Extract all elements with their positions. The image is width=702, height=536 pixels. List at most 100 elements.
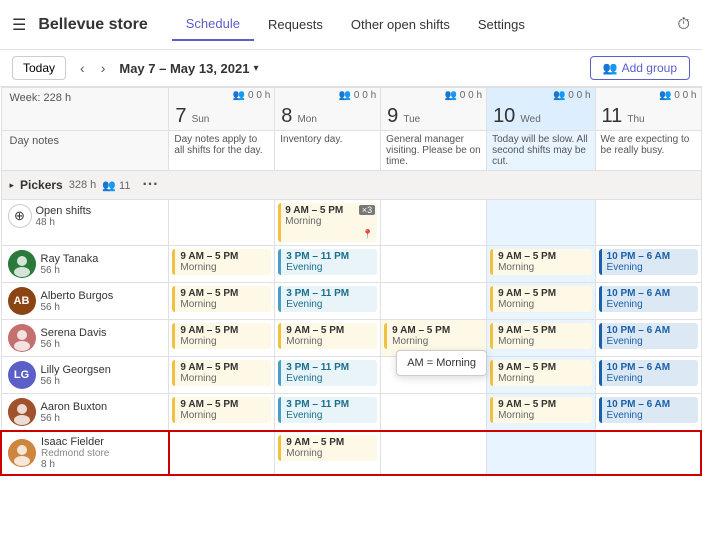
date-range-caret[interactable]: ▾ [253, 63, 258, 74]
schedule-grid: Week: 228 h 👥 0 0 h 7 Sun 👥 [0, 87, 702, 476]
open-shift-block-mon[interactable]: 9 AM – 5 PM Morning ×3 📍 [278, 203, 377, 242]
lilly-shift-mon[interactable]: 3 PM – 11 PM Evening [278, 360, 377, 386]
serena-shift-mon[interactable]: 9 AM – 5 PM Morning [278, 323, 377, 349]
open-shifts-mon[interactable]: 9 AM – 5 PM Morning ×3 📍 [275, 200, 381, 246]
serena-shift-tue[interactable]: 9 AM – 5 PM Morning [384, 323, 483, 349]
isaac-tue[interactable] [381, 431, 487, 475]
lilly-shift-sun[interactable]: 9 AM – 5 PM Morning [172, 360, 271, 386]
lilly-shift-wed[interactable]: 9 AM – 5 PM Morning [490, 360, 591, 386]
aaron-shift-sun[interactable]: 9 AM – 5 PM Morning [172, 397, 271, 423]
ray-tanaka-shift-sun[interactable]: 9 AM – 5 PM Morning [172, 249, 271, 275]
pickers-expand-icon[interactable]: ▸ [10, 180, 15, 191]
open-shifts-thu[interactable] [595, 200, 701, 246]
serena-thu[interactable]: 10 PM – 6 AM Evening [595, 320, 701, 357]
serena-shift-thu[interactable]: 10 PM – 6 AM Evening [599, 323, 698, 349]
lilly-wed[interactable]: 9 AM – 5 PM Morning [487, 357, 595, 394]
aaron-thu[interactable]: 10 PM – 6 AM Evening [595, 394, 701, 432]
next-week-button[interactable]: › [95, 58, 112, 78]
ray-tanaka-tue[interactable] [381, 246, 487, 283]
isaac-fielder-info: Isaac Fielder Redmond store 8 h [1, 431, 169, 475]
lilly-thu[interactable]: 10 PM – 6 AM Evening [595, 357, 701, 394]
hamburger-icon[interactable]: ☰ [12, 15, 26, 35]
lilly-tue[interactable] [381, 357, 487, 394]
serena-tue[interactable]: 9 AM – 5 PM Morning [381, 320, 487, 357]
aaron-shift-wed[interactable]: 9 AM – 5 PM Morning [490, 397, 591, 423]
lilly-mon[interactable]: 3 PM – 11 PM Evening [275, 357, 381, 394]
alberto-shift-mon[interactable]: 3 PM – 11 PM Evening [278, 286, 377, 312]
isaac-mon[interactable]: 9 AM – 5 PM Morning [275, 431, 381, 475]
open-shift-label-mon: Morning [285, 216, 373, 227]
day-header-row: Week: 228 h 👥 0 0 h 7 Sun 👥 [1, 88, 701, 131]
alberto-mon[interactable]: 3 PM – 11 PM Evening [275, 283, 381, 320]
isaac-fielder-avatar [8, 439, 36, 467]
aaron-shift-thu[interactable]: 10 PM – 6 AM Evening [599, 397, 698, 423]
serena-davis-cell: Serena Davis 56 h [8, 324, 163, 352]
serena-wed[interactable]: 9 AM – 5 PM Morning [487, 320, 595, 357]
add-group-icon: 👥 [603, 61, 618, 75]
open-shifts-sun[interactable] [169, 200, 275, 246]
ray-tanaka-shift-thu[interactable]: 10 PM – 6 AM Evening [599, 249, 698, 275]
aaron-buxton-cell: Aaron Buxton 56 h [8, 398, 163, 426]
day-notes-label-cell: Day notes [1, 131, 169, 171]
ray-tanaka-shift-wed[interactable]: 9 AM – 5 PM Morning [490, 249, 591, 275]
alberto-sun[interactable]: 9 AM – 5 PM Morning [169, 283, 275, 320]
serena-shift-wed[interactable]: 9 AM – 5 PM Morning [490, 323, 591, 349]
day-header-10: 👥 0 0 h 10 Wed [487, 88, 595, 131]
isaac-thu[interactable] [595, 431, 701, 475]
open-shift-tooltip-icon: 📍 [285, 229, 373, 240]
alberto-tue[interactable] [381, 283, 487, 320]
isaac-wed[interactable] [487, 431, 595, 475]
alberto-burgos-cell: AB Alberto Burgos 56 h [8, 287, 163, 315]
ray-tanaka-sun[interactable]: 9 AM – 5 PM Morning [169, 246, 275, 283]
serena-shift-sun[interactable]: 9 AM – 5 PM Morning [172, 323, 271, 349]
isaac-fielder-name: Isaac Fielder [41, 436, 109, 448]
open-shifts-wed[interactable] [487, 200, 595, 246]
aaron-buxton-avatar [8, 398, 36, 426]
serena-mon[interactable]: 9 AM – 5 PM Morning [275, 320, 381, 357]
isaac-shift-mon[interactable]: 9 AM – 5 PM Morning [278, 435, 377, 461]
alberto-thu[interactable]: 10 PM – 6 AM Evening [595, 283, 701, 320]
alberto-shift-sun[interactable]: 9 AM – 5 PM Morning [172, 286, 271, 312]
pickers-section-header-row: ▸ Pickers 328 h 👥 11 ··· [1, 171, 701, 200]
ray-tanaka-thu[interactable]: 10 PM – 6 AM Evening [595, 246, 701, 283]
nav-tabs: Schedule Requests Other open shifts Sett… [172, 8, 678, 41]
day-meta-7: 👥 0 0 h [169, 88, 274, 103]
date-range[interactable]: May 7 – May 13, 2021 [119, 61, 249, 76]
alberto-burgos-text: Alberto Burgos 56 h [41, 290, 114, 313]
aaron-mon[interactable]: 3 PM – 11 PM Evening [275, 394, 381, 432]
day-meta-8: 👥 0 0 h [275, 88, 380, 103]
nav-tab-schedule[interactable]: Schedule [172, 8, 254, 41]
nav-tab-settings[interactable]: Settings [464, 9, 539, 40]
people-count-11: 👥 0 [659, 90, 680, 101]
lilly-sun[interactable]: 9 AM – 5 PM Morning [169, 357, 275, 394]
lilly-shift-thu[interactable]: 10 PM – 6 AM Evening [599, 360, 698, 386]
employee-row-isaac-fielder: Isaac Fielder Redmond store 8 h 9 AM – 5… [1, 431, 701, 475]
ray-tanaka-avatar [8, 250, 36, 278]
pickers-menu-icon[interactable]: ··· [142, 176, 158, 194]
ray-tanaka-shift-mon[interactable]: 3 PM – 11 PM Evening [278, 249, 377, 275]
alberto-shift-thu[interactable]: 10 PM – 6 AM Evening [599, 286, 698, 312]
aaron-shift-mon[interactable]: 3 PM – 11 PM Evening [278, 397, 377, 423]
open-shifts-tue[interactable] [381, 200, 487, 246]
ray-tanaka-text: Ray Tanaka 56 h [41, 253, 99, 276]
nav-tab-requests[interactable]: Requests [254, 9, 337, 40]
day-meta-11: 👥 0 0 h [596, 88, 701, 103]
pickers-section-header: ▸ Pickers 328 h 👥 11 ··· [1, 171, 701, 200]
alberto-wed[interactable]: 9 AM – 5 PM Morning [487, 283, 595, 320]
top-bar: ☰ Bellevue store Schedule Requests Other… [0, 0, 702, 50]
history-icon[interactable]: ⏱ [678, 16, 690, 33]
serena-sun[interactable]: 9 AM – 5 PM Morning [169, 320, 275, 357]
alberto-burgos-hours: 56 h [41, 302, 114, 313]
add-group-button[interactable]: 👥 Add group [590, 56, 690, 80]
aaron-sun[interactable]: 9 AM – 5 PM Morning [169, 394, 275, 432]
lilly-georgsen-avatar: LG [8, 361, 36, 389]
prev-week-button[interactable]: ‹ [74, 58, 91, 78]
today-button[interactable]: Today [12, 56, 66, 80]
aaron-tue[interactable] [381, 394, 487, 432]
aaron-wed[interactable]: 9 AM – 5 PM Morning [487, 394, 595, 432]
nav-tab-other-shifts[interactable]: Other open shifts [337, 9, 464, 40]
alberto-shift-wed[interactable]: 9 AM – 5 PM Morning [490, 286, 591, 312]
ray-tanaka-wed[interactable]: 9 AM – 5 PM Morning [487, 246, 595, 283]
ray-tanaka-mon[interactable]: 3 PM – 11 PM Evening [275, 246, 381, 283]
isaac-sun[interactable] [169, 431, 275, 475]
